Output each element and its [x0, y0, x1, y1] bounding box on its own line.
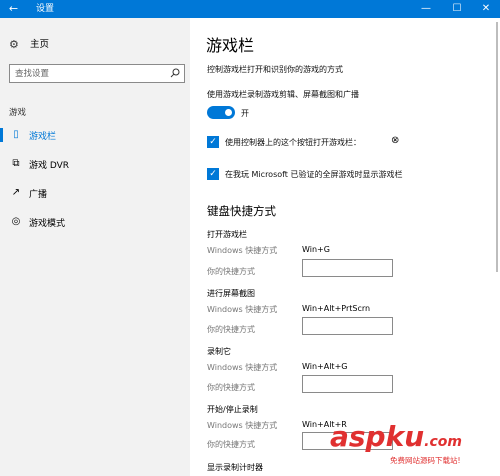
- close-button[interactable]: ✕: [472, 0, 500, 18]
- watermark-logo: aspku.com: [330, 420, 462, 453]
- watermark-subtitle: 免费网站源码下载站!: [390, 456, 461, 465]
- your-shortcut-label: 你的快捷方式: [207, 267, 255, 276]
- windows-shortcut-label: Windows 快捷方式: [207, 246, 278, 255]
- broadcast-icon: ↗: [11, 187, 21, 198]
- windows-shortcut-label: Windows 快捷方式: [207, 421, 278, 430]
- fullscreen-checkbox[interactable]: ✓: [207, 168, 219, 180]
- controller-button-checkbox[interactable]: ✓: [207, 136, 219, 148]
- record-toggle[interactable]: [207, 106, 235, 119]
- sidebar-item-broadcast[interactable]: ↗ 广播: [0, 182, 190, 204]
- sidebar-item-game-bar[interactable]: ▯ 游戏栏: [0, 124, 190, 146]
- windows-shortcut-value: Win+G: [302, 245, 330, 254]
- page-description: 控制游戏栏打开和识别你的游戏的方式: [207, 65, 343, 74]
- fullscreen-label: 在我玩 Microsoft 已验证的全屏游戏时显示游戏栏: [225, 170, 403, 179]
- window-title: 设置: [36, 4, 55, 14]
- checkmark-icon: ✓: [209, 137, 217, 147]
- windows-shortcut-value: Win+Alt+G: [302, 362, 348, 371]
- main-content: 游戏栏 控制游戏栏打开和识别你的游戏的方式 使用游戏栏录制游戏剪辑、屏幕截图和广…: [190, 18, 500, 476]
- your-shortcut-field[interactable]: [302, 317, 393, 337]
- scrollbar[interactable]: [496, 22, 498, 272]
- sidebar: ⚙ 主页 游戏 ▯ 游戏栏 ⧉ 游戏 DVR ↗ 广播 ◎ 游戏模式: [0, 18, 190, 476]
- sidebar-item-label: 广播: [29, 189, 48, 200]
- back-button[interactable]: ←: [0, 0, 27, 18]
- your-shortcut-label: 你的快捷方式: [207, 383, 255, 392]
- sidebar-home-label: 主页: [30, 39, 50, 50]
- controller-button-label: 使用控制器上的这个按钮打开游戏栏：: [225, 138, 361, 147]
- game-mode-icon: ◎: [11, 216, 21, 227]
- windows-shortcut-label: Windows 快捷方式: [207, 363, 278, 372]
- xbox-icon: ⊗: [391, 135, 400, 146]
- search-box: [9, 64, 185, 83]
- shortcut-group-title: 进行屏幕截图: [207, 289, 255, 298]
- title-bar: ← 设置 — ☐ ✕: [0, 0, 500, 18]
- checkmark-icon: ✓: [209, 169, 217, 179]
- sidebar-item-game-mode[interactable]: ◎ 游戏模式: [0, 211, 190, 233]
- sidebar-item-game-dvr[interactable]: ⧉ 游戏 DVR: [0, 153, 190, 175]
- sidebar-home[interactable]: ⚙ 主页: [9, 38, 49, 52]
- back-arrow-icon: ←: [8, 2, 19, 15]
- close-icon: ✕: [481, 3, 491, 14]
- dvr-icon: ⧉: [12, 158, 20, 169]
- your-shortcut-label: 你的快捷方式: [207, 440, 255, 449]
- gear-icon: ⚙: [9, 38, 19, 51]
- sidebar-item-label: 游戏栏: [29, 131, 57, 142]
- game-bar-icon: ▯: [13, 129, 19, 140]
- windows-shortcut-value: Win+Alt+PrtScrn: [302, 304, 371, 313]
- shortcut-group-title: 显示录制计时器: [207, 463, 263, 472]
- section-label-games: 游戏: [9, 108, 27, 118]
- toggle-state-label: 开: [241, 109, 249, 118]
- search-icon[interactable]: [170, 68, 180, 78]
- maximize-icon: ☐: [452, 3, 462, 14]
- your-shortcut-field[interactable]: [302, 259, 393, 279]
- maximize-button[interactable]: ☐: [443, 0, 471, 18]
- shortcut-group-title: 开始/停止录制: [207, 405, 258, 414]
- search-input[interactable]: [10, 65, 160, 82]
- sidebar-item-label: 游戏 DVR: [29, 160, 70, 171]
- windows-shortcut-label: Windows 快捷方式: [207, 305, 278, 314]
- shortcut-group-title: 打开游戏栏: [207, 230, 247, 239]
- your-shortcut-field[interactable]: [302, 375, 393, 395]
- record-setting-label: 使用游戏栏录制游戏剪辑、屏幕截图和广播: [207, 90, 359, 99]
- page-title: 游戏栏: [206, 36, 255, 55]
- shortcuts-section-title: 键盘快捷方式: [207, 204, 276, 218]
- your-shortcut-label: 你的快捷方式: [207, 325, 255, 334]
- active-indicator: [0, 128, 3, 142]
- minimize-button[interactable]: —: [412, 0, 440, 18]
- toggle-knob: [225, 109, 232, 116]
- sidebar-item-label: 游戏模式: [29, 218, 66, 229]
- minimize-icon: —: [421, 3, 431, 14]
- shortcut-group-title: 录制它: [207, 347, 231, 356]
